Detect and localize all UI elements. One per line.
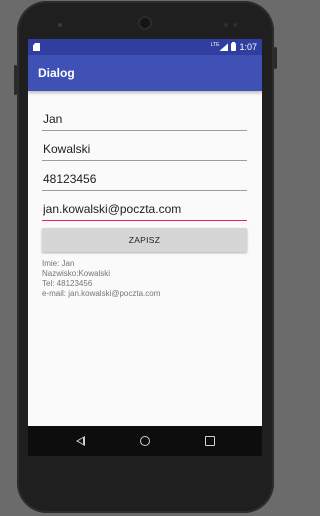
light-sensor <box>233 23 237 27</box>
navigation-bar <box>28 426 262 456</box>
back-icon[interactable] <box>75 436 85 446</box>
email-field <box>42 194 247 221</box>
status-time: 1:07 <box>239 42 257 52</box>
last-name-input[interactable] <box>42 142 247 160</box>
output-last-name: Nazwisko:Kowalski <box>42 269 111 278</box>
first-name-input[interactable] <box>42 112 247 130</box>
last-name-field <box>42 134 247 161</box>
front-camera <box>58 23 62 27</box>
phone-input[interactable] <box>42 172 247 190</box>
device-screen: LTE 1:07 Dialog ZAPISZ Imie: Jan Nazwisk… <box>28 39 262 456</box>
recents-icon[interactable] <box>204 436 215 446</box>
top-bezel <box>17 1 274 41</box>
page-title: Dialog <box>38 66 75 80</box>
email-input[interactable] <box>42 202 247 220</box>
status-left <box>33 43 211 51</box>
save-button[interactable]: ZAPISZ <box>42 228 247 252</box>
output-summary: Imie: Jan Nazwisko:Kowalski Tel: 4812345… <box>42 259 247 299</box>
output-phone: Tel: 48123456 <box>42 279 93 288</box>
network-type: LTE <box>210 42 220 48</box>
earpiece-speaker <box>140 18 150 28</box>
app-bar: Dialog <box>28 55 262 91</box>
battery-icon <box>231 42 237 51</box>
home-icon[interactable] <box>139 436 150 446</box>
status-bar: LTE 1:07 <box>28 39 262 55</box>
proximity-sensor <box>224 23 228 27</box>
form-container: ZAPISZ Imie: Jan Nazwisko:Kowalski Tel: … <box>28 91 262 299</box>
power-button <box>14 65 17 95</box>
volume-button <box>274 47 277 69</box>
status-right: LTE 1:07 <box>211 42 257 52</box>
signal-icon <box>219 43 229 51</box>
output-first-name: Imie: Jan <box>42 259 75 268</box>
sd-card-icon <box>33 43 40 51</box>
phone-field <box>42 164 247 191</box>
output-email: e-mail: jan.kowalski@poczta.com <box>42 289 161 298</box>
first-name-field <box>42 104 247 131</box>
